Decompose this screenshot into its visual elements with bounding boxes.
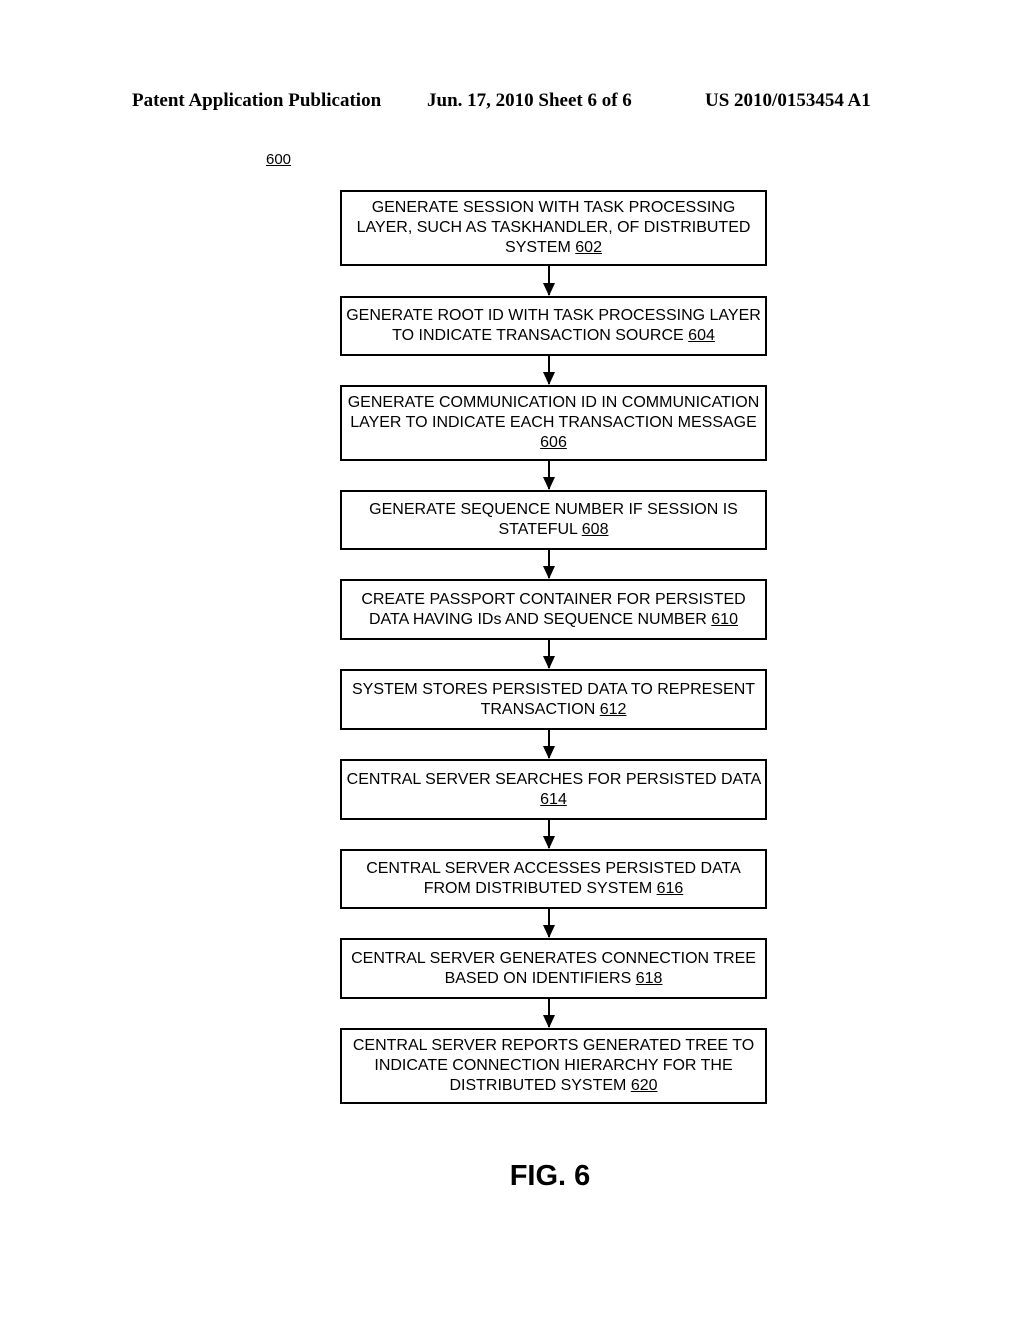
flow-arrow	[543, 730, 555, 759]
flow-arrow	[543, 909, 555, 938]
step-text: CREATE PASSPORT CONTAINER FOR PERSISTED …	[361, 590, 746, 628]
step-ref: 602	[575, 239, 602, 256]
step-text: GENERATE SEQUENCE NUMBER IF SESSION IS S…	[369, 501, 738, 538]
flow-arrow	[543, 550, 555, 579]
publication-number: US 2010/0153454 A1	[705, 90, 871, 111]
step-ref: 608	[581, 521, 609, 538]
step-text: GENERATE SESSION WITH TASK PROCESSING LA…	[356, 199, 751, 256]
flow-step-612: SYSTEM STORES PERSISTED DATA TO REPRESEN…	[340, 669, 767, 730]
step-ref: 606	[540, 434, 567, 451]
flow-arrow	[543, 999, 555, 1028]
flow-step-618: CENTRAL SERVER GENERATES CONNECTION TREE…	[340, 938, 767, 999]
step-text: CENTRAL SERVER ACCESSES PERSISTED DATA F…	[366, 860, 741, 897]
flow-step-614: CENTRAL SERVER SEARCHES FOR PERSISTED DA…	[340, 759, 767, 820]
flow-arrow	[543, 640, 555, 669]
step-ref: 612	[599, 700, 627, 718]
publication-type: Patent Application Publication	[132, 90, 382, 111]
step-text: CENTRAL SERVER SEARCHES FOR PERSISTED DA…	[346, 770, 761, 788]
flow-step-608: GENERATE SEQUENCE NUMBER IF SESSION IS S…	[340, 490, 767, 550]
step-ref: 604	[688, 327, 715, 344]
figure-reference-number: 600	[266, 151, 292, 168]
step-ref: 618	[635, 969, 663, 987]
flow-step-604: GENERATE ROOT ID WITH TASK PROCESSING LA…	[340, 296, 767, 356]
step-text: SYSTEM STORES PERSISTED DATA TO REPRESEN…	[351, 680, 756, 718]
step-ref: 616	[656, 880, 684, 897]
step-ref: 610	[711, 610, 738, 628]
flow-step-606: GENERATE COMMUNICATION ID IN COMMUNICATI…	[340, 385, 767, 461]
flow-arrow	[543, 266, 555, 296]
figure-label: FIG. 6	[509, 1160, 591, 1192]
publication-date-sheet: Jun. 17, 2010 Sheet 6 of 6	[427, 90, 632, 111]
flow-step-602: GENERATE SESSION WITH TASK PROCESSING LA…	[340, 190, 767, 266]
step-text: CENTRAL SERVER GENERATES CONNECTION TREE…	[351, 949, 756, 987]
flow-step-620: CENTRAL SERVER REPORTS GENERATED TREE TO…	[340, 1028, 767, 1104]
step-text: CENTRAL SERVER REPORTS GENERATED TREE TO…	[352, 1037, 755, 1094]
flow-arrow	[543, 356, 555, 385]
step-ref: 620	[630, 1077, 658, 1094]
flow-step-616: CENTRAL SERVER ACCESSES PERSISTED DATA F…	[340, 849, 767, 909]
step-text: GENERATE COMMUNICATION ID IN COMMUNICATI…	[347, 394, 760, 431]
flow-arrow	[543, 461, 555, 490]
step-ref: 614	[540, 790, 567, 808]
flow-arrow	[543, 820, 555, 849]
flow-step-610: CREATE PASSPORT CONTAINER FOR PERSISTED …	[340, 579, 767, 640]
